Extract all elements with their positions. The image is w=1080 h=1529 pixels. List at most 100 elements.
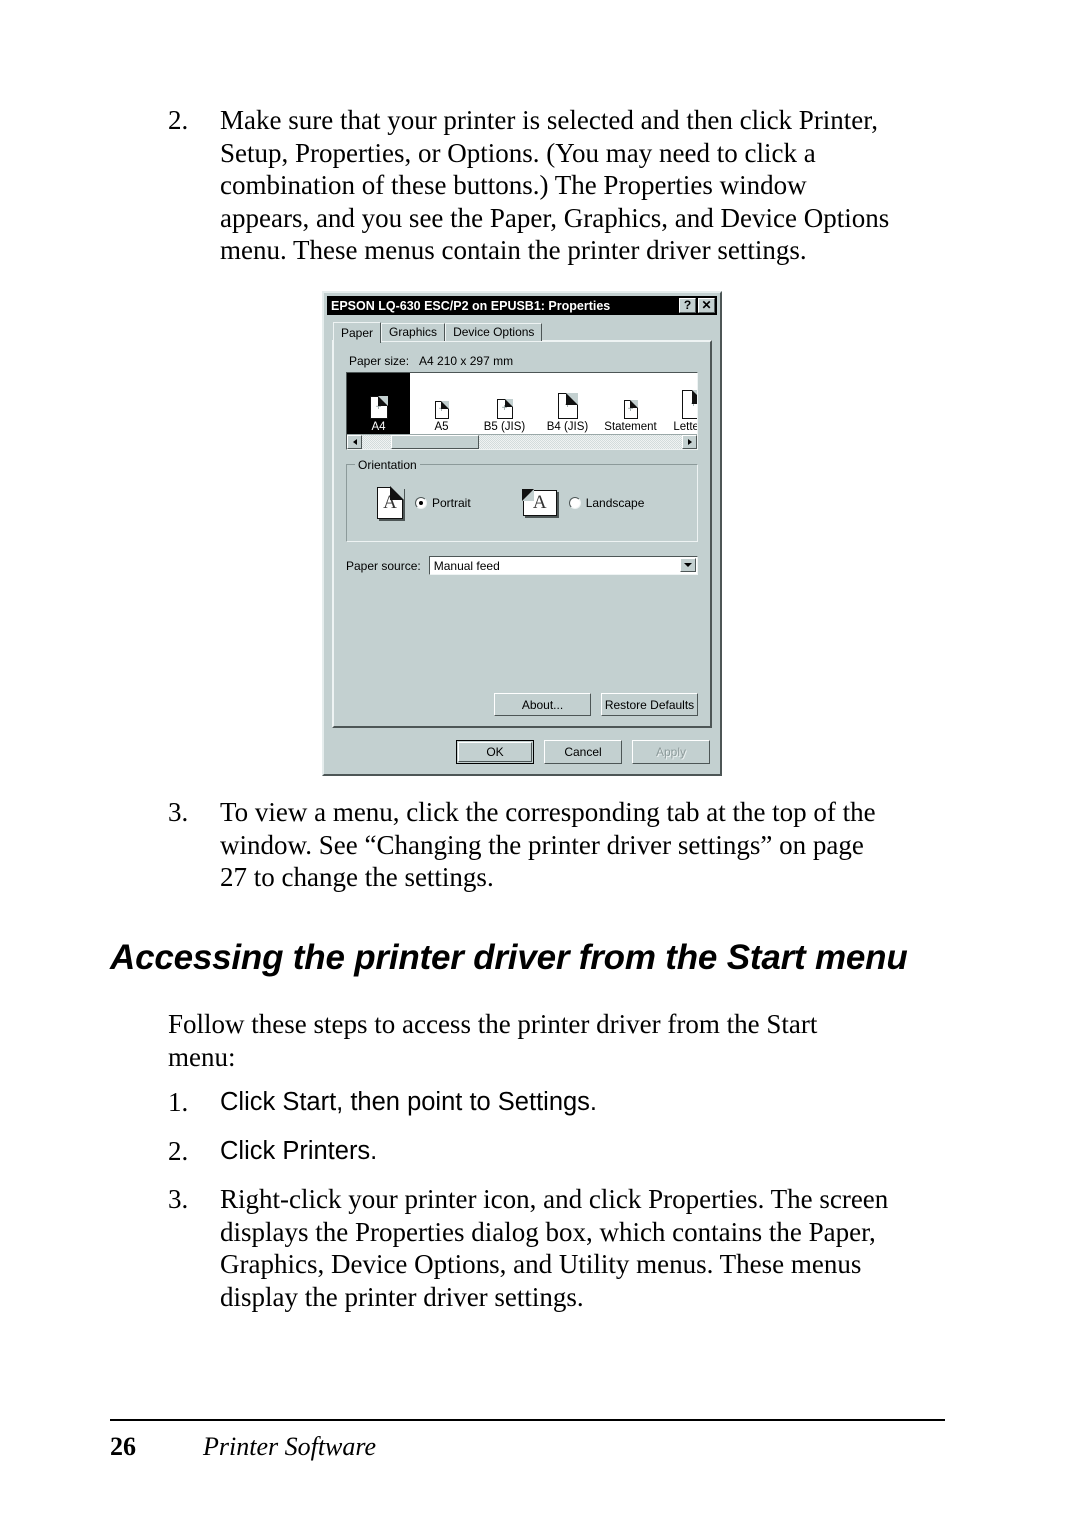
apply-button[interactable]: Apply: [632, 740, 710, 764]
landscape-page-icon: A: [522, 489, 557, 516]
letter-a-glyph: A: [383, 492, 397, 513]
list-item: 3. Right-click your printer icon, and cl…: [168, 1183, 958, 1313]
orientation-group: Orientation A Portrait A Landscape: [346, 458, 698, 542]
text-line: Make sure that your printer is selected …: [220, 105, 878, 135]
dialog-action-buttons: OK Cancel Apply: [456, 740, 710, 764]
orientation-landscape-option[interactable]: A Landscape: [522, 489, 645, 516]
page-sheet-icon: +: [434, 400, 449, 419]
page-sheet-icon: +: [369, 395, 388, 419]
text-line: combination of these buttons.) The Prope…: [220, 170, 807, 200]
text-line: Follow these steps to access the printer…: [168, 1009, 818, 1039]
paper-source-row: Paper source: Manual feed: [346, 556, 698, 575]
ok-button[interactable]: OK: [456, 740, 534, 764]
list-item: 2. Make sure that your printer is select…: [168, 104, 958, 267]
page-action-buttons: About... Restore Defaults: [494, 693, 698, 716]
paper-size-option-b5-jis[interactable]: + B5 (JIS): [473, 373, 536, 434]
orientation-portrait-option[interactable]: A Portrait: [377, 486, 471, 519]
close-icon[interactable]: ✕: [698, 298, 715, 313]
tab-page-paper: Paper size: A4 210 x 297 mm + A4 + A5 + …: [332, 340, 712, 728]
list-item: 3. To view a menu, click the correspondi…: [168, 796, 958, 894]
paper-size-option-label: A5: [434, 421, 449, 433]
paper-size-list[interactable]: + A4 + A5 + B5 (JIS) + B4 (JIS) + Statem…: [346, 372, 698, 450]
help-button[interactable]: ?: [679, 298, 696, 313]
landscape-radio[interactable]: [568, 497, 581, 509]
tab-strip[interactable]: Paper Graphics Device Options: [333, 322, 543, 343]
portrait-radio[interactable]: [415, 497, 427, 509]
letter-a-glyph: A: [532, 492, 547, 513]
scroll-right-button[interactable]: [682, 435, 697, 449]
paper-source-select[interactable]: Manual feed: [428, 556, 698, 575]
paper-size-option-label: Statement: [604, 421, 657, 433]
text-line: window. See “Changing the printer driver…: [220, 829, 864, 860]
paper-size-option-b4-jis[interactable]: + B4 (JIS): [536, 373, 599, 434]
page-sheet-icon: +: [681, 389, 697, 419]
paper-size-option-label: B4 (JIS): [546, 421, 589, 433]
dialog-titlebar[interactable]: EPSON LQ-630 ESC/P2 on EPUSB1: Propertie…: [327, 296, 717, 315]
paper-size-option-label: A4: [371, 421, 386, 433]
paper-size-caption: Paper size:: [349, 354, 410, 368]
ok-button-label: OK: [486, 745, 504, 759]
restore-defaults-button[interactable]: Restore Defaults: [601, 693, 698, 716]
cancel-button[interactable]: Cancel: [544, 740, 622, 764]
arrow-down-glyph: [684, 563, 692, 567]
step-list-top: 2. Make sure that your printer is select…: [168, 104, 958, 267]
list-item: 1. Click Start, then point to Settings.: [168, 1086, 958, 1119]
text-line: display the printer driver settings.: [220, 1281, 584, 1312]
tab-graphics[interactable]: Graphics: [381, 323, 446, 341]
portrait-label: Portrait: [432, 496, 471, 510]
page-sheet-icon: +: [557, 392, 578, 419]
page-sheet-icon: +: [496, 398, 513, 419]
landscape-label: Landscape: [585, 496, 645, 510]
paper-source-value: Manual feed: [433, 558, 500, 573]
portrait-page-icon: A: [377, 486, 404, 519]
plus-glyph: +: [627, 403, 634, 415]
horizontal-scrollbar[interactable]: [347, 434, 697, 449]
plus-glyph: +: [375, 401, 382, 413]
plus-glyph: +: [501, 403, 508, 415]
paper-size-option-letter[interactable]: + Letter P: [662, 373, 697, 434]
paper-size-option-label: Letter P: [673, 421, 697, 433]
tab-device-options[interactable]: Device Options: [445, 323, 543, 341]
chevron-down-icon[interactable]: [680, 558, 696, 572]
printer-properties-dialog[interactable]: EPSON LQ-630 ESC/P2 on EPUSB1: Propertie…: [322, 291, 722, 776]
footer-divider: [110, 1419, 945, 1421]
list-item-text: Right-click your printer icon, and click…: [220, 1183, 958, 1313]
list-item: 2. Click Printers.: [168, 1135, 958, 1168]
page-title: Accessing the printer driver from the St…: [110, 938, 908, 977]
document-page: 2. Make sure that your printer is select…: [0, 0, 1080, 1529]
plus-glyph: +: [438, 404, 445, 416]
list-item-text: Click Printers.: [220, 1135, 958, 1168]
arrow-right-icon: [687, 439, 692, 445]
list-item-number: 2.: [168, 1135, 189, 1166]
paper-size-label: Paper size: A4 210 x 297 mm: [349, 354, 513, 368]
step-list-after-figure: 3. To view a menu, click the correspondi…: [168, 796, 958, 894]
list-item-text: Click Start, then point to Settings.: [220, 1086, 958, 1119]
intro-paragraph: Follow these steps to access the printer…: [168, 1008, 958, 1073]
paper-size-value: A4 210 x 297 mm: [419, 354, 514, 368]
list-item-number: 3.: [168, 1184, 189, 1214]
text-line: Graphics, Device Options, and Utility me…: [220, 1249, 862, 1279]
footer-section-label: Printer Software: [203, 1432, 377, 1461]
scroll-left-button[interactable]: [347, 435, 362, 449]
paper-size-option-a4[interactable]: + A4: [347, 373, 410, 434]
text-line: menu. These menus contain the printer dr…: [220, 235, 807, 265]
plus-glyph: +: [564, 400, 571, 412]
about-button[interactable]: About...: [494, 693, 591, 716]
scrollbar-thumb[interactable]: [391, 435, 479, 449]
paper-source-label: Paper source:: [346, 558, 421, 573]
page-number: 26: [110, 1432, 136, 1461]
paper-size-option-a5[interactable]: + A5: [410, 373, 473, 434]
tab-paper[interactable]: Paper: [333, 322, 382, 343]
page-sheet-icon: +: [623, 399, 638, 419]
plus-glyph: +: [690, 399, 697, 411]
list-item-number: 3.: [168, 797, 189, 827]
paper-size-option-label: B5 (JIS): [483, 421, 526, 433]
list-item-number: 2.: [168, 105, 189, 135]
paper-size-option-statement[interactable]: + Statement: [599, 373, 662, 434]
step-list-start-menu: 1. Click Start, then point to Settings. …: [168, 1086, 958, 1313]
list-item-text: Make sure that your printer is selected …: [220, 104, 958, 267]
text-line: Right-click your printer icon, and click…: [220, 1184, 889, 1214]
list-item-text: To view a menu, click the corresponding …: [220, 796, 958, 894]
text-line: displays the Properties dialog box, whic…: [220, 1216, 876, 1247]
dialog-title: EPSON LQ-630 ESC/P2 on EPUSB1: Propertie…: [331, 298, 611, 313]
